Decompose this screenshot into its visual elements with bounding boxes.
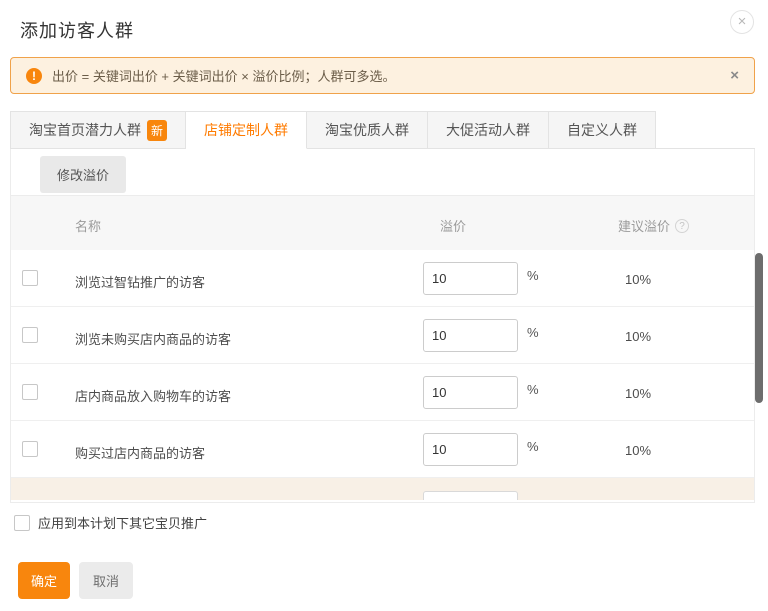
apply-to-plan-row: 应用到本计划下其它宝贝推广	[14, 513, 207, 532]
tab-shop-custom-audience[interactable]: 店铺定制人群	[186, 111, 307, 149]
audience-table-body: 浏览过智钻推广的访客 % 10% 浏览未购买店内商品的访客 % 10% 店内商品…	[11, 250, 754, 501]
tab-taobao-homepage-potential[interactable]: 淘宝首页潜力人群 新	[10, 111, 186, 149]
premium-input[interactable]	[423, 491, 518, 500]
audience-name: 购买过店内商品的访客	[75, 443, 205, 462]
help-icon[interactable]: ?	[675, 219, 689, 233]
row-checkbox[interactable]	[22, 384, 38, 400]
audience-name: 浏览未购买店内商品的访客	[75, 329, 231, 348]
premium-input[interactable]	[423, 433, 518, 466]
dialog-title: 添加访客人群	[20, 17, 134, 43]
column-header-premium: 溢价	[440, 216, 466, 235]
new-badge: 新	[147, 120, 167, 141]
suggested-premium: 10%	[625, 329, 651, 344]
premium-input[interactable]	[423, 262, 518, 295]
tab-content-panel: 修改溢价 名称 溢价 建议溢价 ? 浏览过智钻推广的访客 % 10% 浏览未购买…	[10, 149, 755, 503]
table-row: 店内商品放入购物车的访客 % 10%	[11, 364, 754, 421]
percent-unit: %	[527, 325, 539, 340]
apply-checkbox[interactable]	[14, 515, 30, 531]
tab-custom-audience[interactable]: 自定义人群	[549, 111, 656, 149]
cancel-button[interactable]: 取消	[79, 562, 133, 599]
tab-promotion-event-audience[interactable]: 大促活动人群	[428, 111, 549, 149]
premium-input[interactable]	[423, 376, 518, 409]
percent-unit: %	[527, 439, 539, 454]
add-visitor-audience-dialog: 添加访客人群 × ! 出价 = 关键词出价 + 关键词出价 × 溢价比例；人群可…	[0, 0, 768, 611]
suggested-premium: 10%	[625, 386, 651, 401]
percent-unit: %	[527, 268, 539, 283]
tab-label: 淘宝优质人群	[325, 120, 409, 140]
tab-label: 自定义人群	[567, 120, 637, 140]
tab-label: 大促活动人群	[446, 120, 530, 140]
warning-icon: !	[26, 68, 42, 84]
row-checkbox[interactable]	[22, 270, 38, 286]
table-row: 购买过店内商品的访客 % 10%	[11, 421, 754, 478]
audience-name: 店内商品放入购物车的访客	[75, 386, 231, 405]
apply-checkbox-label: 应用到本计划下其它宝贝推广	[38, 513, 207, 532]
toolbar: 修改溢价	[11, 149, 754, 196]
dialog-close-icon[interactable]: ×	[730, 10, 754, 34]
table-row: 浏览未购买店内商品的访客 % 10%	[11, 307, 754, 364]
column-header-suggested-label: 建议溢价	[618, 216, 670, 235]
tab-label: 淘宝首页潜力人群	[29, 120, 141, 140]
column-header-suggested: 建议溢价 ?	[618, 216, 689, 235]
table-header: 名称 溢价 建议溢价 ?	[11, 196, 754, 250]
percent-unit: %	[527, 382, 539, 397]
vertical-scrollbar-thumb[interactable]	[755, 253, 763, 403]
row-checkbox[interactable]	[22, 327, 38, 343]
suggested-premium: 10%	[625, 443, 651, 458]
table-row: 浏览过智钻推广的访客 % 10%	[11, 250, 754, 307]
confirm-button[interactable]: 确定	[18, 562, 70, 599]
bid-info-banner: ! 出价 = 关键词出价 + 关键词出价 × 溢价比例；人群可多选。 ×	[10, 57, 755, 94]
audience-tabs: 淘宝首页潜力人群 新 店铺定制人群 淘宝优质人群 大促活动人群 自定义人群	[10, 111, 755, 149]
audience-name: 浏览过智钻推广的访客	[75, 272, 205, 291]
modify-premium-button[interactable]: 修改溢价	[40, 156, 126, 193]
table-row-partial	[11, 478, 754, 500]
banner-close-icon[interactable]: ×	[730, 67, 739, 84]
suggested-premium: 10%	[625, 272, 651, 287]
row-checkbox[interactable]	[22, 441, 38, 457]
tab-label: 店铺定制人群	[204, 120, 288, 140]
premium-input[interactable]	[423, 319, 518, 352]
banner-text: 出价 = 关键词出价 + 关键词出价 × 溢价比例；人群可多选。	[52, 66, 395, 85]
tab-taobao-quality-audience[interactable]: 淘宝优质人群	[307, 111, 428, 149]
column-header-name: 名称	[75, 216, 101, 235]
